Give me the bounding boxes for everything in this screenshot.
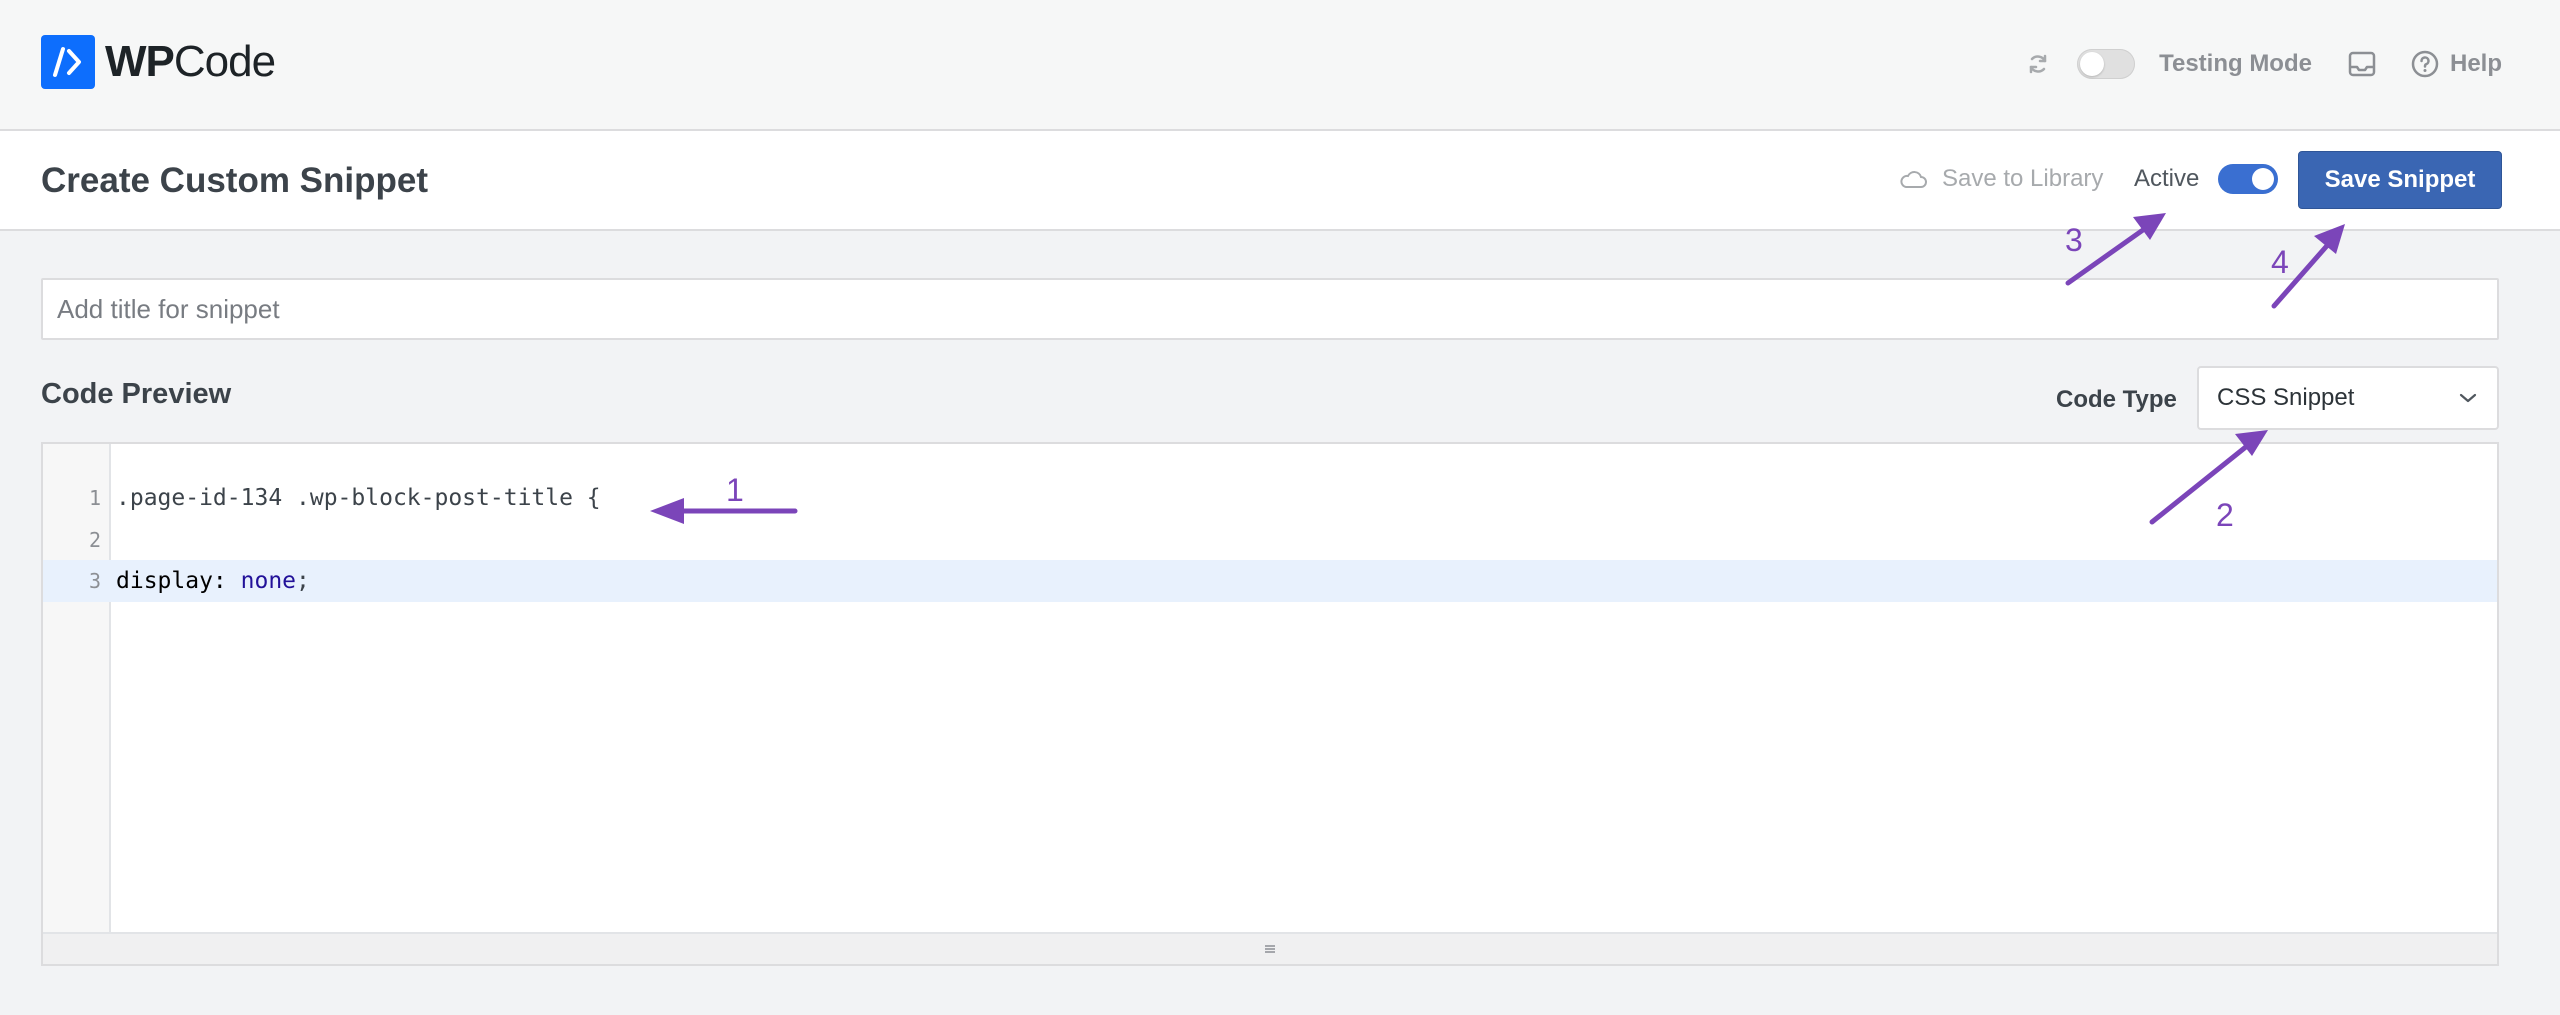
code-type-value: CSS Snippet [2217, 384, 2355, 411]
code-editor[interactable]: 1 .page-id-134 .wp-block-post-title { 2 … [41, 442, 2499, 966]
save-to-library-label: Save to Library [1942, 165, 2104, 192]
code-type-select[interactable]: CSS Snippet [2197, 366, 2499, 430]
page-title: Create Custom Snippet [41, 161, 428, 200]
annotation-label-1: 1 [726, 472, 744, 508]
logo-text: WPCode [105, 37, 276, 86]
toggle-knob [2252, 168, 2274, 190]
code-type-label: Code Type [2056, 386, 2177, 413]
line-number: 2 [88, 528, 101, 552]
line-number: 3 [88, 569, 101, 593]
top-right-controls: Testing Mode Help [2023, 44, 2502, 84]
active-label: Active [2134, 165, 2200, 192]
css-terminator: ; [296, 568, 310, 594]
css-value: none [240, 568, 297, 594]
toggle-knob [2080, 52, 2105, 76]
save-snippet-button[interactable]: Save Snippet [2298, 151, 2502, 209]
annotation-label-2: 2 [2216, 497, 2234, 533]
refresh-icon[interactable] [2023, 49, 2053, 79]
annotation-label-3: 3 [2065, 222, 2083, 258]
wpcode-logo[interactable]: WPCode [41, 35, 276, 89]
code-line[interactable]: 2 [43, 519, 2497, 561]
testing-mode-label: Testing Mode [2159, 50, 2312, 77]
help-link[interactable]: Help [2410, 49, 2502, 79]
line-code: .page-id-134 .wp-block-post-title { [116, 485, 601, 511]
code-line[interactable]: 1 .page-id-134 .wp-block-post-title { [43, 477, 2497, 519]
chevron-down-icon [2459, 393, 2477, 403]
editor-resize-handle[interactable] [43, 932, 2497, 964]
annotation-label-4: 4 [2271, 244, 2289, 280]
code-preview-heading: Code Preview [41, 378, 232, 410]
cloud-icon [1900, 171, 1927, 188]
inbox-icon[interactable] [2346, 48, 2378, 80]
save-to-library-button[interactable]: Save to Library [1898, 165, 2103, 193]
active-toggle[interactable] [2218, 164, 2278, 194]
help-circle-icon [2411, 50, 2439, 78]
top-bar: WPCode Testing Mode Help [0, 0, 2560, 131]
testing-mode-toggle[interactable] [2077, 49, 2136, 79]
code-line-active[interactable]: 3 display: none; [43, 560, 2497, 602]
help-label: Help [2449, 50, 2502, 77]
page-header: Create Custom Snippet Save to Library Ac… [0, 131, 2560, 231]
wpcode-logo-icon [41, 35, 95, 89]
line-number: 1 [88, 486, 101, 510]
snippet-title-input[interactable] [41, 278, 2499, 340]
line-code: display: none; [116, 560, 310, 602]
css-property: display: [116, 568, 227, 594]
grip-lines-icon [1265, 945, 1275, 953]
